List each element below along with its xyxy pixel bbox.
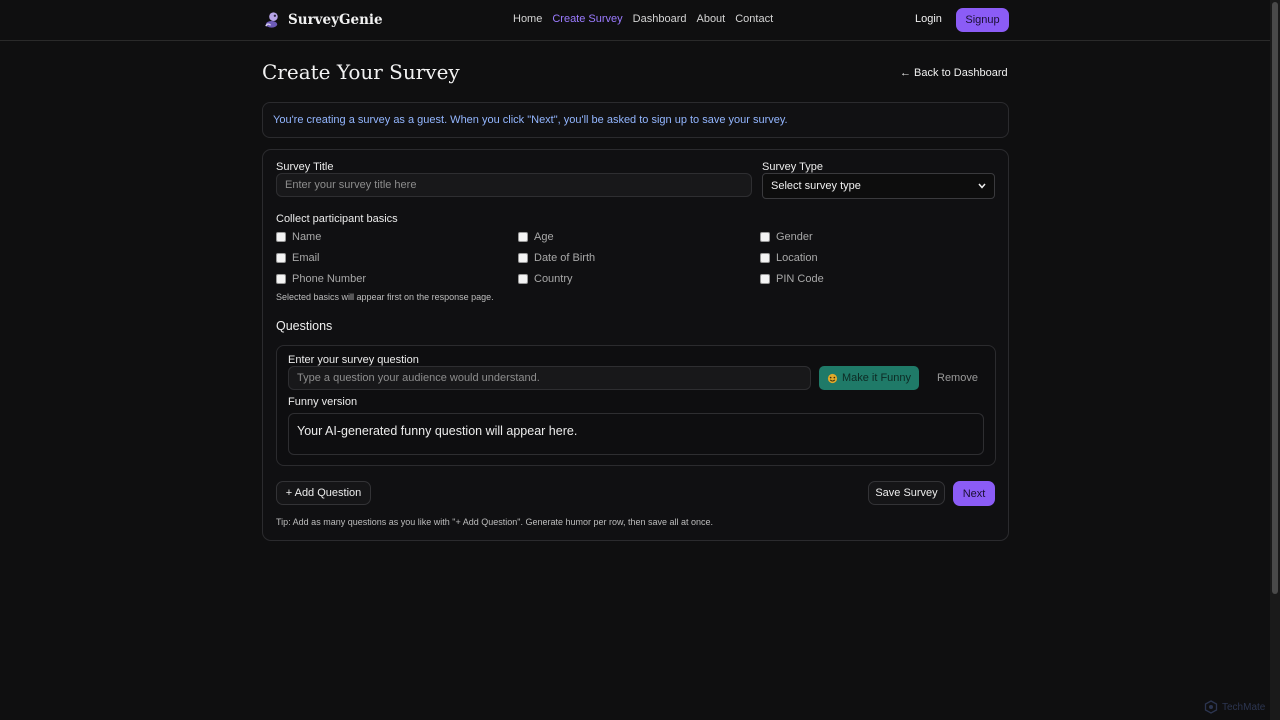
basic-pincode-checkbox[interactable]: PIN Code: [760, 273, 824, 285]
tip-text: Tip: Add as many questions as you like w…: [276, 517, 714, 527]
basic-phone-checkbox[interactable]: Phone Number: [276, 273, 366, 285]
signup-button[interactable]: Signup: [956, 8, 1009, 32]
checkbox-label: Location: [776, 252, 818, 264]
watermark: TechMate: [1204, 700, 1265, 714]
genie-logo-icon: [265, 11, 278, 28]
brand[interactable]: SurveyGenie: [263, 9, 383, 31]
scrollbar-thumb[interactable]: [1272, 2, 1278, 594]
add-question-label: + Add Question: [285, 487, 362, 499]
nav-home[interactable]: Home: [513, 13, 542, 25]
page-scrollbar[interactable]: [1270, 0, 1280, 720]
sparkle-emoji-icon: [827, 373, 838, 383]
checkbox-label: Age: [534, 231, 554, 243]
nav-about[interactable]: About: [696, 13, 725, 25]
question-label: Enter your survey question: [288, 354, 419, 366]
brand-name: SurveyGenie: [288, 12, 383, 28]
checkbox-label: PIN Code: [776, 273, 824, 285]
save-survey-button[interactable]: Save Survey: [868, 481, 945, 505]
checkbox-box[interactable]: [518, 253, 528, 263]
checkbox-label: Email: [292, 252, 320, 264]
nav-create-survey[interactable]: Create Survey: [552, 13, 622, 25]
basic-gender-checkbox[interactable]: Gender: [760, 231, 813, 243]
survey-type-selected: Select survey type: [771, 180, 861, 192]
basic-country-checkbox[interactable]: Country: [518, 273, 573, 285]
back-to-dashboard-link[interactable]: ← Back to Dashboard: [900, 67, 1008, 79]
top-navbar: SurveyGenie Home Create Survey Dashboard…: [0, 0, 1270, 41]
chevron-down-icon: [978, 183, 986, 189]
question-card: Enter your survey question Type a questi…: [276, 345, 996, 466]
basics-hint: Selected basics will appear first on the…: [276, 292, 494, 302]
questions-title: Questions: [276, 319, 333, 333]
make-it-funny-button[interactable]: Make it Funny: [819, 366, 919, 390]
watermark-text: TechMate: [1222, 701, 1266, 713]
funny-version-label: Funny version: [288, 396, 358, 408]
add-question-button[interactable]: + Add Question: [276, 481, 371, 505]
next-label: Next: [962, 487, 986, 500]
checkbox-box[interactable]: [760, 274, 770, 284]
basic-dob-checkbox[interactable]: Date of Birth: [518, 252, 595, 264]
survey-title-label: Survey Title: [276, 161, 334, 173]
checkbox-box[interactable]: [276, 274, 286, 284]
checkbox-label: Gender: [776, 231, 813, 243]
funny-version-output[interactable]: Your AI-generated funny question will ap…: [288, 413, 984, 455]
nav-links: Home Create Survey Dashboard About Conta…: [513, 13, 773, 25]
survey-type-label: Survey Type: [762, 161, 823, 173]
checkbox-label: Phone Number: [292, 273, 366, 285]
basic-name-checkbox[interactable]: Name: [276, 231, 321, 243]
guest-info-banner: You're creating a survey as a guest. Whe…: [262, 102, 1009, 138]
login-link[interactable]: Login: [915, 13, 942, 25]
nav-dashboard[interactable]: Dashboard: [633, 13, 687, 25]
checkbox-box[interactable]: [518, 274, 528, 284]
basic-location-checkbox[interactable]: Location: [760, 252, 818, 264]
basics-label: Collect participant basics: [276, 213, 398, 225]
checkbox-box[interactable]: [518, 232, 528, 242]
question-placeholder: Type a question your audience would unde…: [297, 372, 540, 384]
next-button[interactable]: Next: [953, 481, 995, 506]
basic-age-checkbox[interactable]: Age: [518, 231, 554, 243]
make-it-funny-label: Make it Funny: [841, 372, 912, 384]
watermark-logo-icon: [1204, 700, 1218, 714]
basic-email-checkbox[interactable]: Email: [276, 252, 320, 264]
checkbox-label: Date of Birth: [534, 252, 596, 264]
checkbox-label: Name: [292, 231, 322, 243]
save-survey-label: Save Survey: [875, 487, 938, 499]
survey-type-select[interactable]: Select survey type: [762, 173, 995, 199]
survey-title-placeholder: Enter your survey title here: [285, 179, 417, 191]
remove-question-button[interactable]: Remove: [937, 372, 978, 384]
page-title: Create Your Survey: [262, 60, 460, 84]
funny-version-placeholder: Your AI-generated funny question will ap…: [297, 424, 578, 438]
checkbox-box[interactable]: [276, 232, 286, 242]
checkbox-box[interactable]: [760, 232, 770, 242]
checkbox-label: Country: [534, 273, 573, 285]
checkbox-box[interactable]: [760, 253, 770, 263]
survey-form-card: Survey Title Enter your survey title her…: [262, 149, 1009, 541]
question-input[interactable]: Type a question your audience would unde…: [288, 366, 811, 390]
guest-info-text: You're creating a survey as a guest. Whe…: [273, 114, 788, 126]
nav-contact[interactable]: Contact: [735, 13, 773, 25]
checkbox-box[interactable]: [276, 253, 286, 263]
survey-title-input[interactable]: Enter your survey title here: [276, 173, 752, 197]
